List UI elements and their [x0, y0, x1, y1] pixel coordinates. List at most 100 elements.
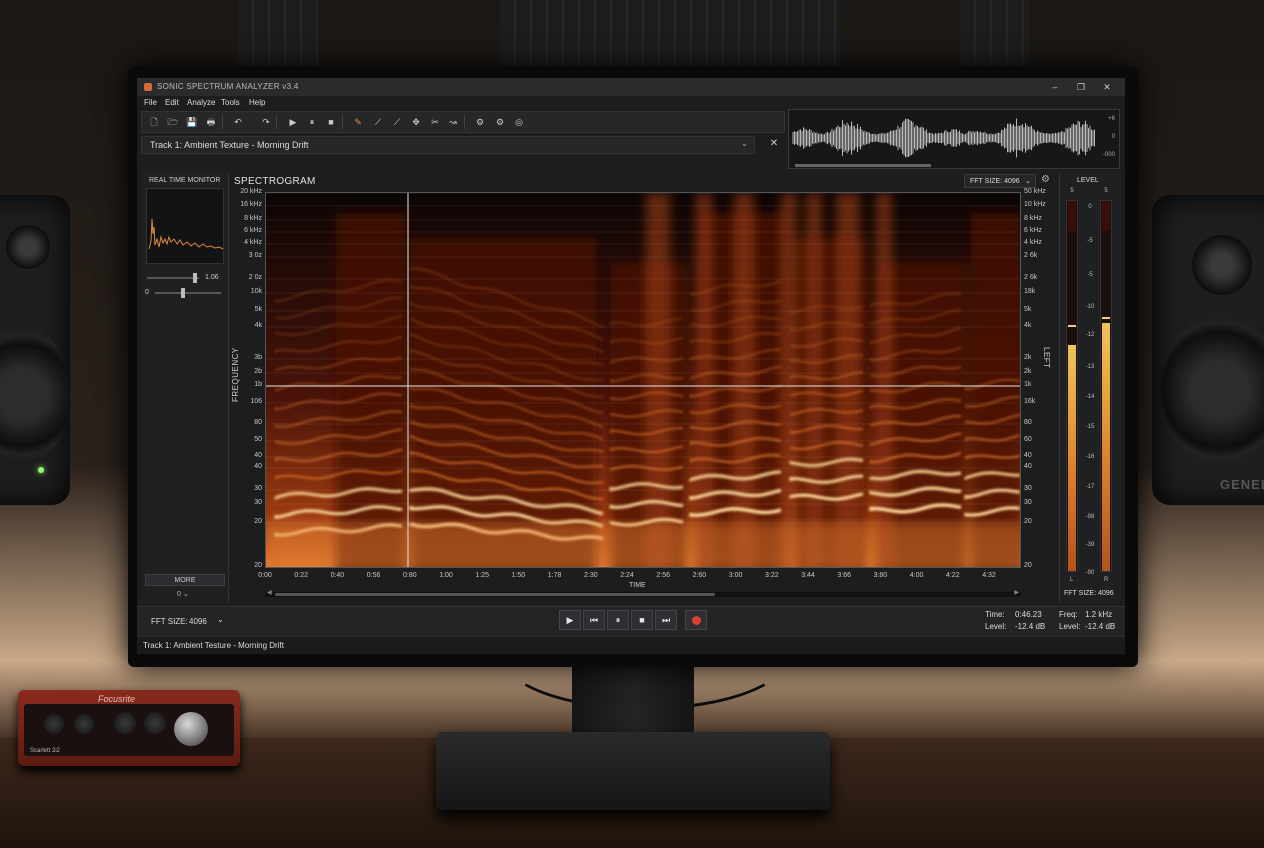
y-tick-left: 6 kHz	[244, 227, 262, 234]
y-tick-right: 60	[1024, 436, 1032, 443]
fft-size-select-top[interactable]: FFT SIZE: 4096 ⌄	[964, 174, 1036, 188]
x-tick: 3:66	[837, 572, 851, 579]
scroll-right-arrow-icon[interactable]: ▶	[1014, 589, 1019, 596]
spectrogram-image	[266, 193, 1020, 567]
y-tick-right: 5k	[1024, 306, 1032, 313]
x-axis-label: TIME	[629, 582, 646, 589]
x-tick: 3:44	[801, 572, 815, 579]
y-tick-left: 106	[250, 398, 262, 405]
window-title: SONIC SPECTRUM ANALYZER v3.4	[157, 82, 299, 91]
scissors-icon[interactable]: ✂	[427, 115, 443, 129]
fft-size-bottom-value: 4096	[189, 617, 207, 626]
level-meter-right-clip-zone	[1102, 201, 1110, 231]
speaker-brand: GENELE	[1220, 477, 1264, 492]
pause-button[interactable]: ⏸	[607, 610, 629, 630]
y-tick-left: 3b	[254, 354, 262, 361]
overview-waveform	[792, 118, 1095, 158]
menu-analyze[interactable]: Analyze	[187, 98, 215, 107]
spectrogram-transient	[781, 193, 797, 567]
y-tick-left: 16 kHz	[240, 201, 262, 208]
stop-button[interactable]: ■	[631, 610, 653, 630]
brush-icon[interactable]: ✎	[350, 115, 366, 129]
spectrogram-settings-gear-icon[interactable]: ⚙	[1041, 174, 1050, 185]
record-button[interactable]	[685, 610, 707, 630]
stop-icon[interactable]: ■	[323, 115, 339, 129]
minimize-button[interactable]: –	[1047, 80, 1063, 94]
interface-gain-knob	[114, 712, 136, 734]
skip-forward-button[interactable]: ⏭	[655, 610, 677, 630]
skip-back-button[interactable]: ⏮	[583, 610, 605, 630]
play-button[interactable]: ▶	[559, 610, 581, 630]
track-selector[interactable]: Track 1: Ambient Texture - Morning Drift…	[141, 136, 755, 154]
time-scrollbar-thumb[interactable]	[275, 593, 715, 596]
menu-help[interactable]: Help	[249, 98, 265, 107]
monitor-offset-slider-thumb[interactable]	[181, 288, 185, 298]
level-scale-tick: -14	[1085, 394, 1095, 400]
save-icon[interactable]: 💾	[184, 115, 200, 129]
time-label: Time:	[985, 610, 1005, 619]
level-scale-tick: -90	[1085, 570, 1095, 576]
maximize-button[interactable]: ❐	[1073, 80, 1089, 94]
filter-icon[interactable]: ⚙	[492, 115, 508, 129]
y-tick-left: 30	[254, 499, 262, 506]
fft-size-select-bottom[interactable]: FFT SIZE: 4096 ⌄	[143, 614, 225, 630]
level-meter-right-peak	[1102, 317, 1110, 320]
right-speaker-woofer	[1160, 315, 1264, 465]
monitor-channel-select[interactable]: 0 ⌄	[177, 590, 189, 598]
low-frequency-energy	[266, 523, 1020, 567]
y-tick-left: 50	[254, 436, 262, 443]
pen-icon[interactable]: ⟋	[389, 115, 405, 129]
open-folder-icon[interactable]: 🗁	[165, 115, 181, 129]
undo-icon[interactable]: ↶	[230, 115, 246, 129]
print-icon[interactable]: 🖶	[203, 115, 219, 129]
more-button[interactable]: MORE	[145, 574, 225, 586]
level-scale-tick: -13	[1085, 364, 1095, 370]
interface-model: Scarlett 2i2	[30, 748, 61, 754]
interface-brand: Focusrite	[98, 694, 136, 704]
play-icon[interactable]: ▶	[285, 115, 301, 129]
level-label: Level:	[985, 622, 1007, 631]
x-tick: 0:40	[330, 572, 345, 579]
toolbar-separator	[342, 115, 343, 129]
settings-icon[interactable]: ⚙	[472, 115, 488, 129]
menu-edit[interactable]: Edit	[165, 98, 179, 107]
y-tick-right: 40	[1024, 452, 1032, 459]
level-meter-right-fill	[1102, 323, 1110, 571]
x-tick: 2:60	[692, 572, 707, 579]
monitor-gain-slider[interactable]	[147, 273, 199, 283]
track-close-button[interactable]: ✕	[767, 138, 781, 152]
menu-file[interactable]: File	[144, 98, 157, 107]
y-tick-left: 4 kHz	[244, 239, 262, 246]
y-tick-right: 2 6k	[1024, 252, 1038, 259]
fft-size-top-label: FFT SIZE: 4096	[970, 178, 1020, 185]
y-tick-right: 2k	[1024, 354, 1032, 361]
real-time-monitor-panel: REAL TIME MONITOR 1.06 0 MORE 0 ⌄	[141, 172, 229, 604]
overview-scroll-thumb[interactable]	[795, 164, 931, 167]
line-tool-icon[interactable]: ⟋	[370, 115, 386, 129]
level-top-right: 5	[1104, 188, 1108, 194]
redo-icon[interactable]: ↷	[258, 115, 274, 129]
close-window-button[interactable]: ✕	[1099, 80, 1115, 94]
freq-label: Freq:	[1059, 610, 1078, 619]
y-tick-right: 20	[1024, 518, 1032, 525]
y-tick-left: 4k	[254, 322, 262, 329]
monitor-gain-slider-thumb[interactable]	[193, 273, 197, 283]
level-meter-left-clip-zone	[1068, 201, 1076, 231]
y-tick-left: 5k	[254, 306, 262, 313]
monitor-offset-slider[interactable]	[155, 288, 221, 298]
y-tick-right: 80	[1024, 419, 1032, 426]
time-value: 0:46.23	[1015, 610, 1042, 619]
left-studio-speaker	[0, 195, 70, 505]
marker-icon[interactable]: ✥	[408, 115, 424, 129]
export-icon[interactable]: ◎	[511, 115, 527, 129]
level2-label: Level:	[1059, 622, 1081, 631]
menu-tools[interactable]: Tools	[221, 98, 240, 107]
new-file-icon[interactable]: 🗋	[146, 115, 162, 129]
spectrogram-plot[interactable]	[265, 192, 1021, 568]
time-scrollbar[interactable]: ◀ ▶	[265, 589, 1021, 597]
lasso-icon[interactable]: ↝	[445, 115, 461, 129]
scroll-left-arrow-icon[interactable]: ◀	[267, 589, 272, 596]
y-tick-right: 4k	[1024, 322, 1032, 329]
waveform-overview[interactable]: +6 0 -000	[788, 109, 1120, 169]
pause-icon[interactable]: ⏸	[304, 115, 320, 129]
